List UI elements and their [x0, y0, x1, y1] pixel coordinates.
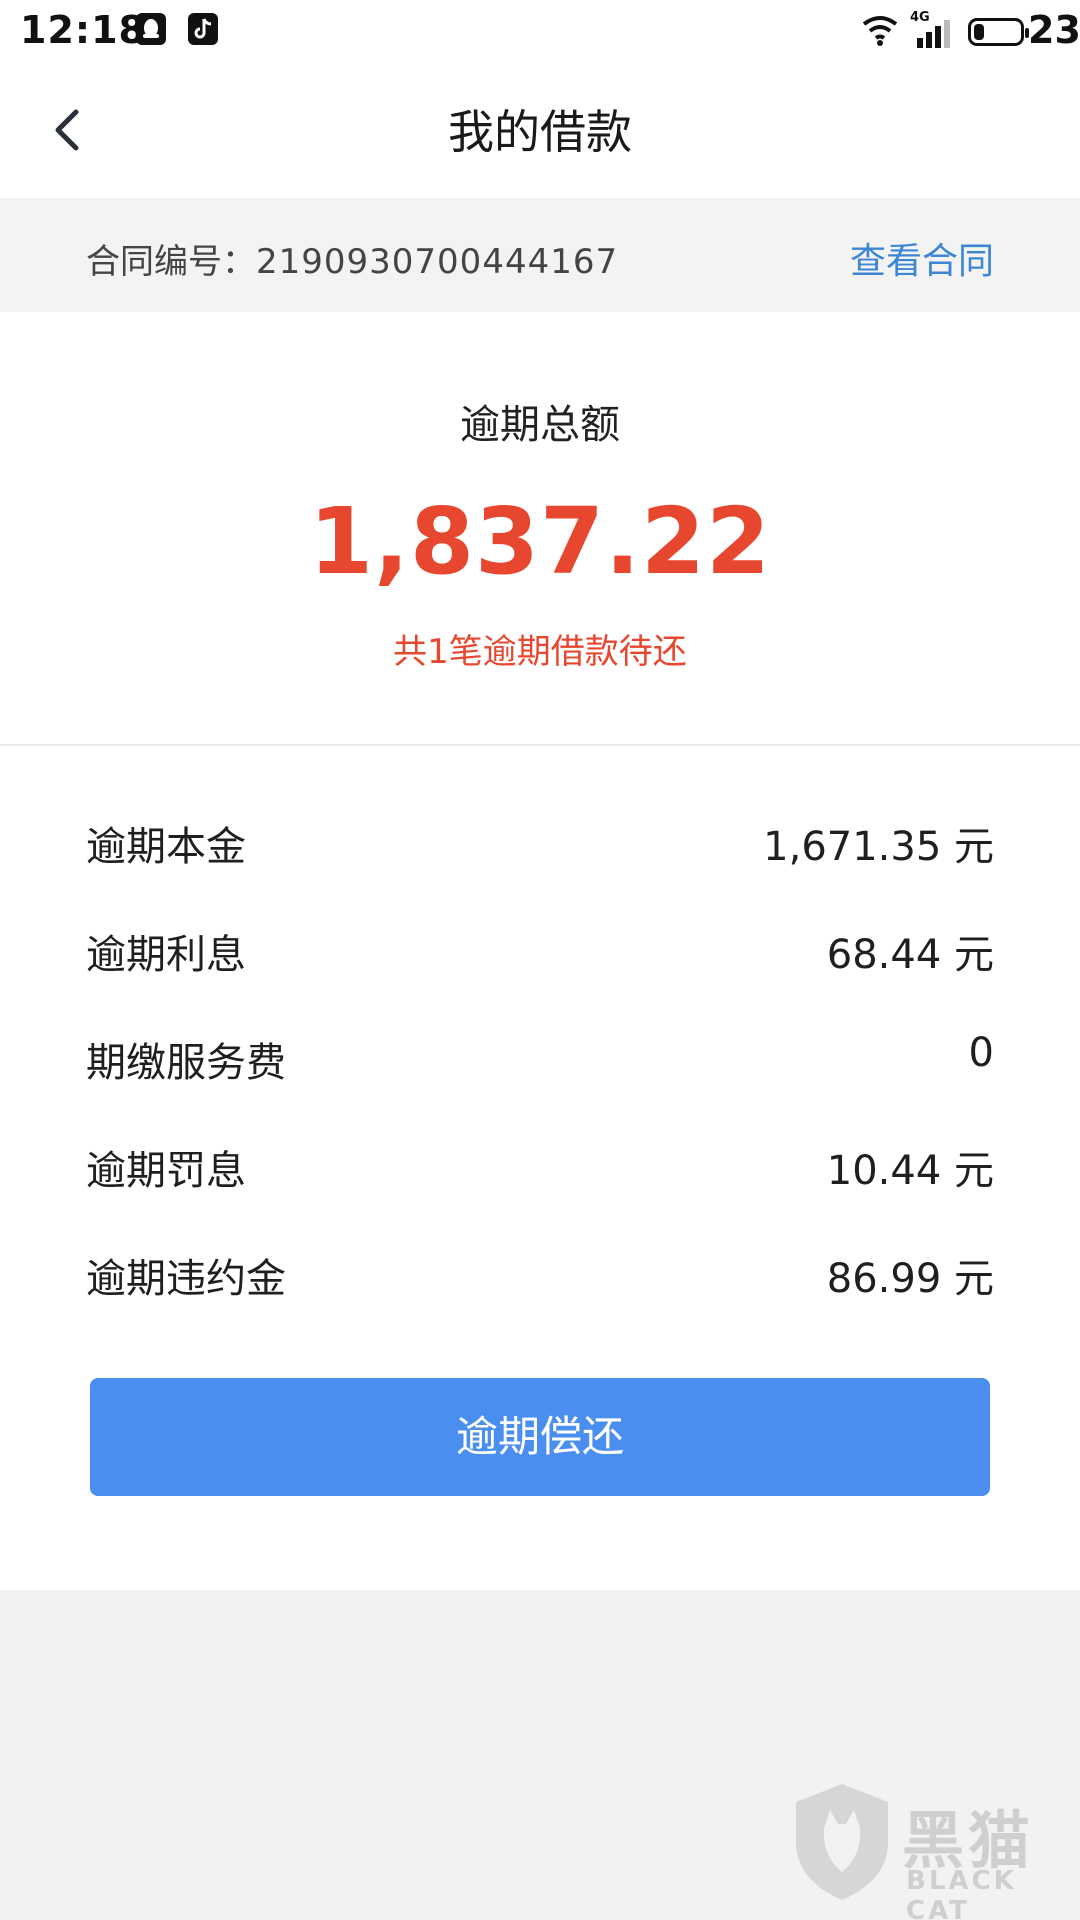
contract-number-label: 合同编号：: [86, 242, 256, 282]
black-cat-watermark: 黑猫 BLACK CAT: [790, 1780, 1070, 1920]
battery-fill: [974, 24, 984, 40]
tiktok-icon: [188, 13, 218, 45]
contract-number-value: 2190930700444167: [256, 242, 619, 282]
qq-icon: [136, 13, 166, 45]
signal-icon: [915, 18, 955, 52]
detail-value: 1,671.35 元: [763, 824, 994, 870]
detail-row-principal: 逾期本金 1,671.35 元: [0, 786, 1080, 894]
overdue-count-note: 共1笔逾期借款待还: [393, 632, 687, 672]
status-bar: 12:18 4G 23: [0, 0, 1080, 62]
nav-bar: 我的借款: [0, 62, 1080, 198]
detail-row-interest: 逾期利息 68.44 元: [0, 894, 1080, 1002]
detail-row-liquidated-damages: 逾期违约金 86.99 元: [0, 1218, 1080, 1326]
contract-number: 合同编号：2190930700444167: [86, 234, 618, 283]
page-title: 我的借款: [448, 105, 632, 159]
detail-value: 86.99 元: [826, 1256, 994, 1302]
overdue-total-amount: 1,837.22: [309, 488, 771, 595]
detail-label: 逾期违约金: [86, 1256, 286, 1302]
screen: 12:18 4G 23 我的借款 合同编号：2190930700444167 查…: [0, 0, 1080, 1920]
status-time: 12:18: [20, 8, 146, 52]
detail-label: 期缴服务费: [86, 1040, 286, 1086]
wifi-icon: [860, 14, 900, 50]
detail-value: 68.44 元: [826, 932, 994, 978]
black-cat-logo-icon: [796, 1784, 888, 1900]
view-contract-link[interactable]: 查看合同: [850, 232, 994, 284]
battery-icon: [968, 18, 1029, 46]
detail-value: 10.44 元: [826, 1148, 994, 1194]
detail-row-penalty-interest: 逾期罚息 10.44 元: [0, 1110, 1080, 1218]
contract-bar: 合同编号：2190930700444167 查看合同: [0, 198, 1080, 312]
overdue-summary: 逾期总额 1,837.22 共1笔逾期借款待还: [0, 312, 1080, 746]
detail-label: 逾期罚息: [86, 1148, 246, 1194]
detail-label: 逾期利息: [86, 932, 246, 978]
detail-row-service-fee: 期缴服务费 0: [0, 1002, 1080, 1110]
bottom-blank-area: 黑猫 BLACK CAT: [0, 1590, 1080, 1920]
detail-value: 0: [968, 1030, 994, 1076]
overdue-repay-button[interactable]: 逾期偿还: [90, 1378, 990, 1496]
detail-label: 逾期本金: [86, 824, 246, 870]
overdue-total-label: 逾期总额: [460, 402, 620, 448]
battery-level: 23: [1028, 8, 1080, 52]
watermark-text-en: BLACK CAT: [906, 1866, 1017, 1920]
overdue-details: 逾期本金 1,671.35 元 逾期利息 68.44 元 期缴服务费 0 逾期罚…: [0, 786, 1080, 1326]
